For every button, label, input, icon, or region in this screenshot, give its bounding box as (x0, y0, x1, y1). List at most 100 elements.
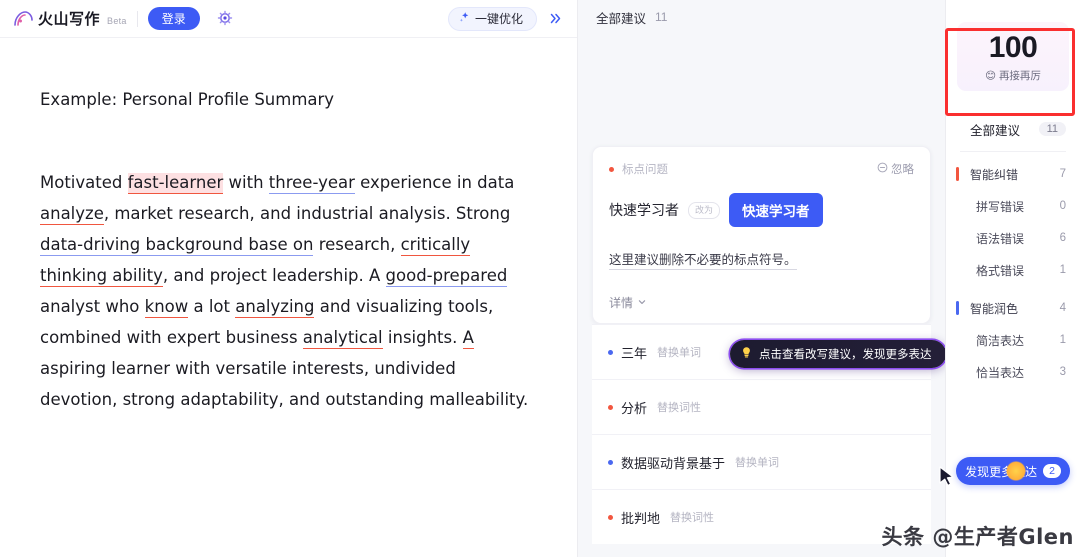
list-item-word: 分析 (621, 400, 648, 416)
document-title: Example: Personal Profile Summary (40, 90, 335, 109)
smiley-icon: 😊 (985, 70, 997, 82)
list-item-action: 替换词性 (670, 512, 715, 524)
sidebar-item-spelling[interactable]: 拼写错误 0 (946, 190, 1080, 222)
details-label: 详情 (609, 296, 634, 310)
list-item[interactable]: 数据驱动背景基于 替换单词 (592, 434, 931, 489)
watermark: 头条 @生产者Glen (881, 525, 1074, 549)
doc-seg-error[interactable]: A (462, 328, 474, 349)
category-dot-icon (608, 349, 613, 355)
chevron-down-icon (637, 296, 647, 310)
sidebar-item-label: 拼写错误 (976, 199, 1025, 214)
sidebar-item-polish[interactable]: 智能润色 4 (946, 292, 1080, 324)
brand-name: 火山写作 (38, 11, 101, 28)
sidebar-item-label: 智能润色 (970, 301, 1019, 316)
doc-seg: a lot (188, 297, 236, 316)
magic-wand-icon[interactable] (212, 6, 238, 32)
suggestions-count: 11 (655, 10, 668, 24)
document-body[interactable]: Motivated fast-learner with three-year e… (40, 167, 537, 415)
sidebar-item-label: 全部建议 (970, 123, 1021, 138)
doc-seg-error[interactable]: analyze (40, 204, 104, 225)
doc-seg: analyst who (40, 297, 145, 316)
sidebar-item-count: 1 (1059, 264, 1066, 276)
suggestions-title: 全部建议 (596, 11, 647, 26)
details-toggle[interactable]: 详情 (609, 294, 914, 311)
group-bar-icon (956, 167, 959, 181)
list-item[interactable]: 分析 替换词性 (592, 379, 931, 434)
volcano-logo-icon (12, 8, 34, 30)
sidebar-item-format[interactable]: 格式错误 1 (946, 254, 1080, 286)
sidebar-item-label: 智能纠错 (970, 167, 1019, 182)
toolbar-divider (136, 10, 138, 27)
list-item-word: 三年 (621, 345, 648, 361)
sidebar-item-count: 7 (1059, 168, 1066, 180)
suggestion-replacement-row: 快速学习者 改为 快速学习者 (609, 193, 914, 227)
sidebar-item-grammar[interactable]: 语法错误 6 (946, 222, 1080, 254)
nav-divider (960, 151, 1066, 152)
doc-seg: with (223, 173, 269, 192)
sidebar-item-count: 4 (1059, 302, 1066, 314)
suggestion-note: 这里建议删除不必要的标点符号。 (609, 249, 797, 270)
suggestions-header: 全部建议 11 (578, 0, 945, 34)
brand: 火山写作 Beta (12, 8, 127, 30)
sidebar-item-label: 恰当表达 (976, 365, 1025, 380)
sidebar-item-concise[interactable]: 简洁表达 1 (946, 324, 1080, 356)
one-click-optimize-button[interactable]: 一键优化 (447, 6, 537, 31)
list-item-action: 替换单词 (735, 457, 780, 469)
sidebar-item-count: 0 (1059, 200, 1066, 212)
list-item-action: 替换词性 (657, 402, 702, 414)
list-item-action: 替换单词 (657, 347, 702, 359)
group-bar-icon (956, 301, 959, 315)
chevron-double-right-icon[interactable] (543, 7, 567, 31)
sidebar-item-count: 6 (1059, 232, 1066, 244)
hint-tooltip-text: 点击查看改写建议，发现更多表达 (759, 349, 932, 361)
doc-seg-error[interactable]: know (144, 297, 189, 318)
editor-pane: 火山写作 Beta 登录 一键优化 Example: Personal Prof… (0, 0, 578, 557)
doc-seg: aspiring learner with versatile interest… (40, 359, 529, 409)
doc-seg-error[interactable]: fast-learner (127, 173, 224, 194)
lightbulb-icon (740, 346, 753, 362)
discover-more-button[interactable]: 发现更多表达 2 (956, 457, 1070, 485)
doc-seg: , market research, and industrial analys… (103, 204, 511, 223)
document-editor[interactable]: Example: Personal Profile Summary Motiva… (0, 38, 577, 557)
apply-replacement-button[interactable]: 快速学习者 (729, 193, 823, 227)
ignore-button[interactable]: 忽略 (877, 161, 914, 177)
login-button[interactable]: 登录 (147, 7, 200, 30)
list-item[interactable]: 批判地 替换词性 (592, 489, 931, 544)
doc-seg: experience in data (354, 173, 515, 192)
score-value: 100 (985, 31, 1040, 64)
score-card: 100 😊 再接再厉 (957, 22, 1069, 91)
list-item-word: 批判地 (621, 510, 661, 526)
doc-seg-polish[interactable]: data-driving background base on (40, 235, 314, 256)
toolbar-right: 一键优化 (447, 6, 567, 31)
editor-toolbar: 火山写作 Beta 登录 一键优化 (0, 0, 577, 38)
ignore-label: 忽略 (891, 164, 914, 176)
doc-seg-polish[interactable]: good-prepared (385, 266, 508, 287)
circle-minus-icon (877, 162, 888, 176)
category-dot-icon (609, 166, 614, 172)
suggestion-card[interactable]: 标点问题 忽略 快速学习者 改为 快速学习者 这里建议删除不必要的标点符号。 详… (592, 146, 931, 324)
sidebar-item-all[interactable]: 全部建议 11 (946, 113, 1080, 145)
sidebar-item-label: 格式错误 (976, 263, 1025, 278)
sidebar-item-appropriate[interactable]: 恰当表达 3 (946, 356, 1080, 388)
discover-more-badge: 2 (1043, 464, 1061, 478)
sidebar-item-count: 3 (1059, 366, 1066, 378)
app-root: 火山写作 Beta 登录 一键优化 Example: Personal Prof… (0, 0, 1080, 557)
sidebar-item-label: 语法错误 (976, 231, 1025, 246)
doc-seg-error[interactable]: analytical (302, 328, 383, 349)
suggestions-list: 标点问题 忽略 快速学习者 改为 快速学习者 这里建议删除不必要的标点符号。 详… (578, 34, 945, 557)
sidebar-item-count: 11 (1038, 122, 1066, 136)
category-dot-icon (608, 459, 613, 465)
doc-seg-error[interactable]: analyzing (235, 297, 315, 318)
sidebar-item-label: 简洁表达 (976, 333, 1025, 348)
category-dot-icon (608, 404, 613, 410)
sparkle-icon (459, 11, 471, 26)
doc-seg: Motivated (40, 173, 128, 192)
score-label-row: 😊 再接再厉 (957, 68, 1069, 83)
suggestion-category: 标点问题 (622, 164, 668, 176)
doc-seg-polish[interactable]: three-year (268, 173, 355, 194)
original-word: 快速学习者 (609, 202, 679, 218)
score-label: 再接再厉 (998, 70, 1041, 82)
sidebar-item-correction[interactable]: 智能纠错 7 (946, 158, 1080, 190)
one-click-optimize-label: 一键优化 (474, 12, 523, 26)
hint-tooltip: 点击查看改写建议，发现更多表达 (730, 340, 945, 368)
